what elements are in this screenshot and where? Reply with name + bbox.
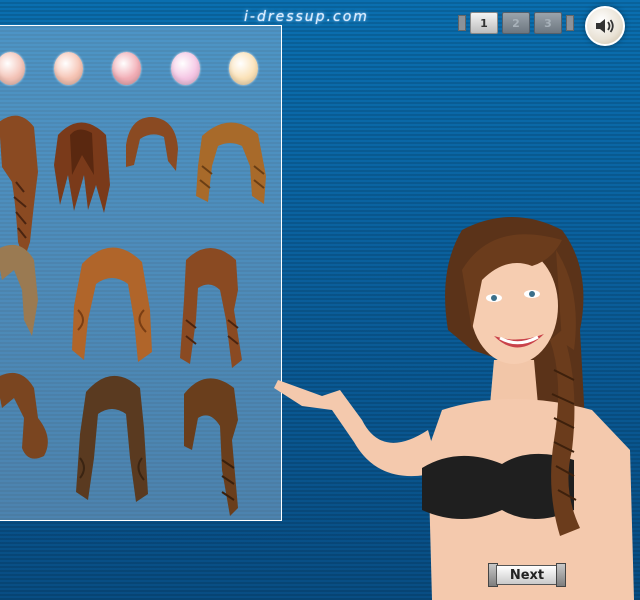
hair-color-swatch-3[interactable] [112,52,141,85]
hairstyle-option-9[interactable] [72,368,152,504]
next-button[interactable]: Next [488,563,566,587]
page-tabs: 1 2 3 [458,12,574,34]
next-button-label: Next [509,567,545,583]
sound-toggle-button[interactable] [585,6,625,46]
hair-color-swatch-5[interactable] [229,52,258,85]
hairstyle-option-2[interactable] [48,115,114,215]
tab-page-1[interactable]: 1 [470,12,498,34]
tab-page-2[interactable]: 2 [502,12,530,34]
tab-page-3[interactable]: 3 [534,12,562,34]
hairstyle-option-6[interactable] [68,240,156,364]
hairstyle-option-3[interactable] [120,115,182,175]
hairstyle-option-10[interactable] [176,370,246,516]
site-logo[interactable]: i-dressup.com [244,9,369,25]
game-stage: i-dressup.com 1 2 3 Next [0,0,640,600]
hair-color-swatch-2[interactable] [54,52,83,85]
speaker-icon [596,19,614,33]
hairstyle-option-8[interactable] [0,368,58,464]
tabs-left-cap [458,15,466,31]
tabs-right-cap [566,15,574,31]
hairstyle-option-5[interactable] [0,240,44,340]
hairstyle-option-4[interactable] [192,116,272,208]
hairstyle-option-7[interactable] [176,240,248,370]
dressup-model [274,217,634,600]
next-button-right-cap [556,563,566,587]
hair-color-swatch-4[interactable] [171,52,200,85]
